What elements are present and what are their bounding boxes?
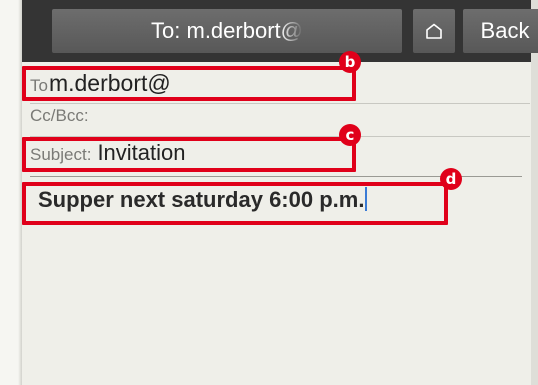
home-icon [426,23,442,39]
back-button-label: Back [480,18,530,43]
compose-header: To: m.derbort@ Back [22,0,538,62]
callout-box-d [22,182,448,225]
cc-bcc-field[interactable]: Cc/Bcc: [22,106,531,132]
divider [30,103,530,104]
right-bezel [531,0,538,385]
back-button[interactable]: Back [463,9,538,53]
callout-badge-b: b [339,51,361,73]
cc-bcc-label: Cc/Bcc: [30,106,89,125]
callout-badge-c: c [339,124,361,146]
home-button[interactable] [413,9,455,53]
callout-box-c [22,137,356,172]
callout-box-b [22,66,356,101]
recipient-button-label: To: m.derbort@ [151,18,303,43]
callout-badge-d: d [440,168,462,190]
recipient-button[interactable]: To: m.derbort@ [52,9,402,53]
left-bezel [0,0,22,385]
